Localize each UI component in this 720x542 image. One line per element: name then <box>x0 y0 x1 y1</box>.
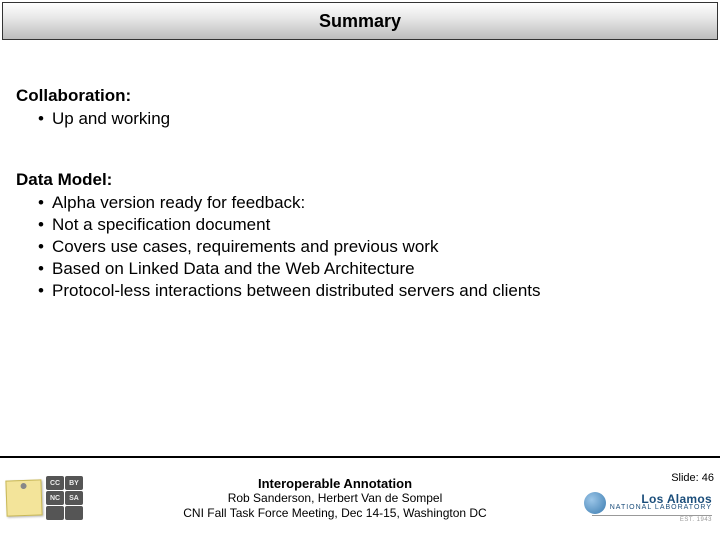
cc-badge: BY <box>65 476 83 490</box>
slide-title: Summary <box>319 11 401 32</box>
cc-badge: SA <box>65 491 83 505</box>
lanl-logo: Los Alamos NATIONAL LABORATORY EST. 1943 <box>560 492 714 523</box>
slide-number: Slide: 46 <box>671 472 714 484</box>
section-heading: Collaboration: <box>16 86 704 106</box>
list-item: Protocol-less interactions between distr… <box>52 280 704 302</box>
list-item: Up and working <box>52 108 704 130</box>
cc-badge: CC <box>46 476 64 490</box>
slide-content: Collaboration: Up and working Data Model… <box>0 42 720 303</box>
lanl-logo-top: Los Alamos NATIONAL LABORATORY <box>584 492 712 514</box>
cc-badge: NC <box>46 491 64 505</box>
event-info: CNI Fall Task Force Meeting, Dec 14-15, … <box>110 506 560 521</box>
lanl-sub: NATIONAL LABORATORY <box>610 505 712 511</box>
lanl-text: Los Alamos NATIONAL LABORATORY <box>610 494 712 511</box>
cc-badge <box>65 506 83 520</box>
footer-left: CC BY NC SA <box>0 476 110 520</box>
section-datamodel: Data Model: Alpha version ready for feed… <box>16 170 704 302</box>
list-item: Covers use cases, requirements and previ… <box>52 236 704 258</box>
footer-inner: CC BY NC SA Interoperable Annotation Rob… <box>0 462 720 534</box>
project-title: Interoperable Annotation <box>110 476 560 491</box>
cc-license-badges: CC BY NC SA <box>46 476 83 520</box>
slide-footer: CC BY NC SA Interoperable Annotation Rob… <box>0 456 720 534</box>
bullet-list: Alpha version ready for feedback: Not a … <box>16 192 704 302</box>
cc-badge <box>46 506 64 520</box>
footer-right: Slide: 46 Los Alamos NATIONAL LABORATORY… <box>560 474 720 523</box>
divider <box>592 515 712 516</box>
authors: Rob Sanderson, Herbert Van de Sompel <box>110 491 560 506</box>
footer-center: Interoperable Annotation Rob Sanderson, … <box>110 476 560 521</box>
bullet-list: Up and working <box>16 108 704 130</box>
list-item: Alpha version ready for feedback: <box>52 192 704 214</box>
list-item: Based on Linked Data and the Web Archite… <box>52 258 704 280</box>
lanl-est: EST. 1943 <box>680 517 712 523</box>
slide-title-bar: Summary <box>2 2 718 40</box>
section-collaboration: Collaboration: Up and working <box>16 86 704 130</box>
list-item: Not a specification document <box>52 214 704 236</box>
sticky-note-icon <box>5 479 42 516</box>
section-heading: Data Model: <box>16 170 704 190</box>
globe-icon <box>584 492 606 514</box>
